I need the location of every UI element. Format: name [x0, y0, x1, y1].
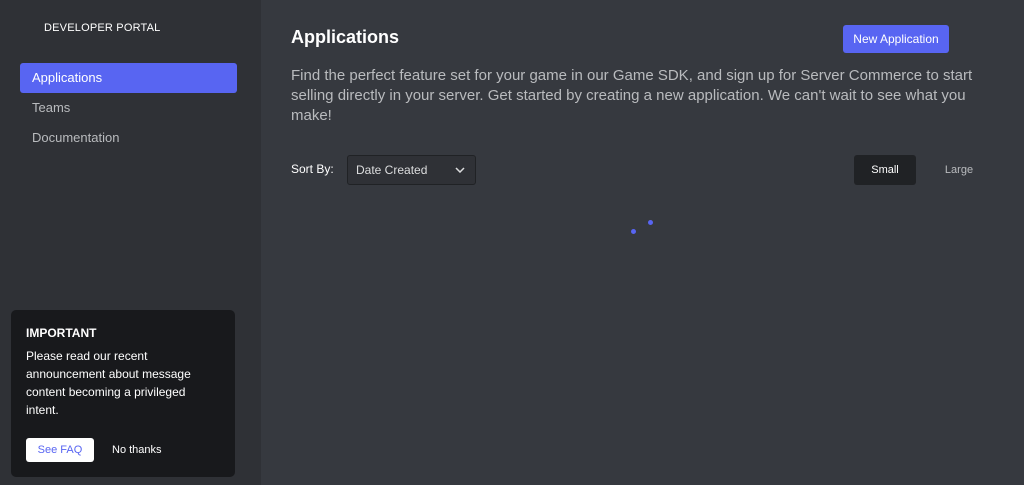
see-faq-button[interactable]: See FAQ [26, 438, 94, 462]
brand-title: DEVELOPER PORTAL [44, 22, 161, 34]
sidebar-item-teams[interactable]: Teams [20, 93, 237, 123]
sort-selected-value: Date Created [356, 163, 428, 177]
size-small-button[interactable]: Small [854, 155, 916, 185]
sidebar: DEVELOPER PORTAL Applications Teams Docu… [0, 0, 261, 485]
chevron-down-icon [454, 164, 466, 176]
spinner-dot [648, 220, 653, 225]
notice-title: IMPORTANT [26, 326, 97, 340]
card-size-toggle: Small Large [854, 155, 1002, 185]
main-content: Applications New Application Find the pe… [261, 0, 1024, 485]
sidebar-item-applications[interactable]: Applications [20, 63, 237, 93]
spinner-dot [631, 229, 636, 234]
important-notice-card: IMPORTANT Please read our recent announc… [11, 310, 235, 477]
notice-actions: See FAQ No thanks [26, 438, 162, 462]
size-large-button[interactable]: Large [928, 155, 990, 185]
sort-by-label: Sort By: [291, 162, 334, 176]
page-title: Applications [291, 27, 400, 47]
new-application-button[interactable]: New Application [843, 25, 949, 53]
sort-by-dropdown[interactable]: Date Created [347, 155, 476, 185]
loading-spinner-icon [627, 216, 655, 236]
page-description: Find the perfect feature set for your ga… [291, 67, 973, 124]
sidebar-nav: Applications Teams Documentation [20, 63, 237, 153]
no-thanks-button[interactable]: No thanks [112, 444, 162, 456]
sidebar-item-documentation[interactable]: Documentation [20, 123, 237, 153]
notice-body: Please read our recent announcement abou… [26, 349, 191, 417]
app-root: DEVELOPER PORTAL Applications Teams Docu… [0, 0, 1024, 485]
